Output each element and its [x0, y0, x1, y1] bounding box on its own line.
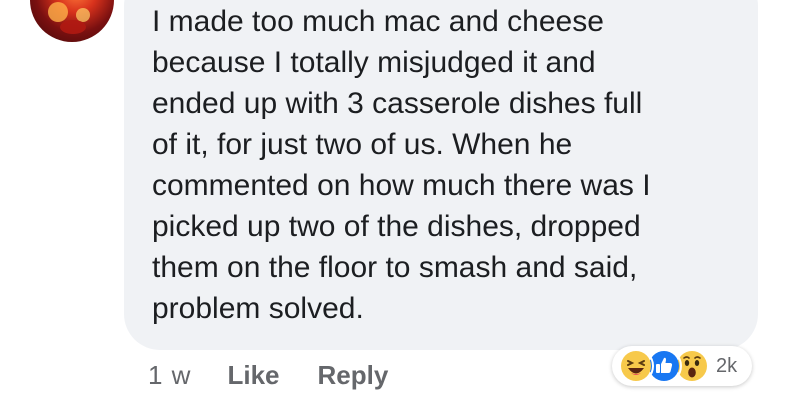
comment-actions: 1 w Like Reply — [148, 360, 426, 391]
like-button[interactable]: Like — [227, 360, 279, 391]
reaction-count: 2k — [716, 354, 738, 377]
laughing-face-icon — [618, 348, 654, 384]
timestamp[interactable]: 1 w — [148, 360, 191, 391]
reactions-summary[interactable]: 2k — [612, 346, 752, 386]
avatar[interactable] — [30, 0, 114, 42]
comment-text: I made too much mac and cheese because I… — [152, 5, 651, 325]
reply-button[interactable]: Reply — [318, 360, 389, 391]
